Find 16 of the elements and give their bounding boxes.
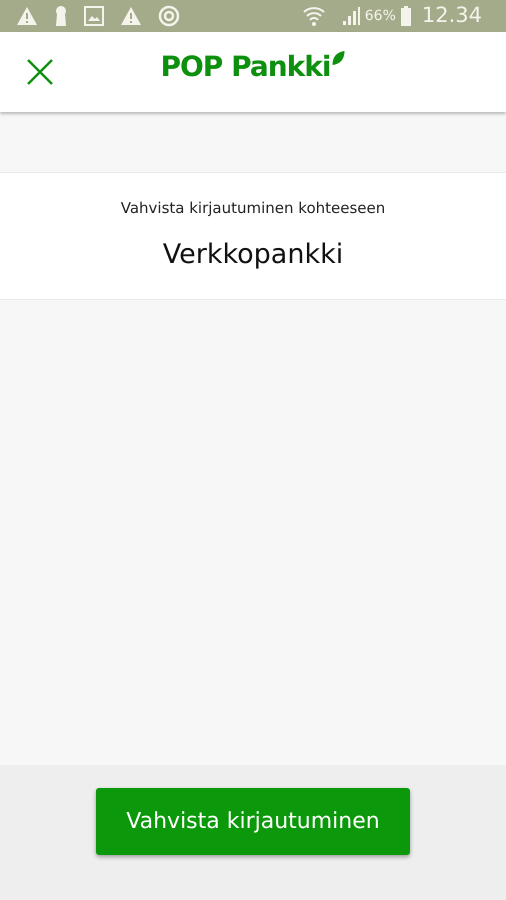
target-service: Verkkopankki (162, 238, 344, 272)
close-icon[interactable] (26, 58, 54, 86)
image-icon (84, 6, 104, 26)
confirm-button[interactable]: Vahvista kirjautuminen (96, 788, 410, 855)
warning-icon (120, 6, 142, 26)
warning-icon (16, 6, 38, 26)
confirm-prompt: Vahvista kirjautuminen kohteeseen (120, 198, 386, 218)
battery-icon (400, 6, 412, 26)
clock-time: 12.34 (422, 2, 482, 30)
keyhole-icon (54, 5, 68, 27)
signal-icon (340, 6, 361, 26)
wifi-icon (302, 5, 325, 27)
target-icon (158, 5, 180, 27)
battery-percentage: 66% (364, 6, 396, 26)
logo-text: POP Pankki (160, 50, 331, 84)
leaf-icon (332, 50, 346, 66)
